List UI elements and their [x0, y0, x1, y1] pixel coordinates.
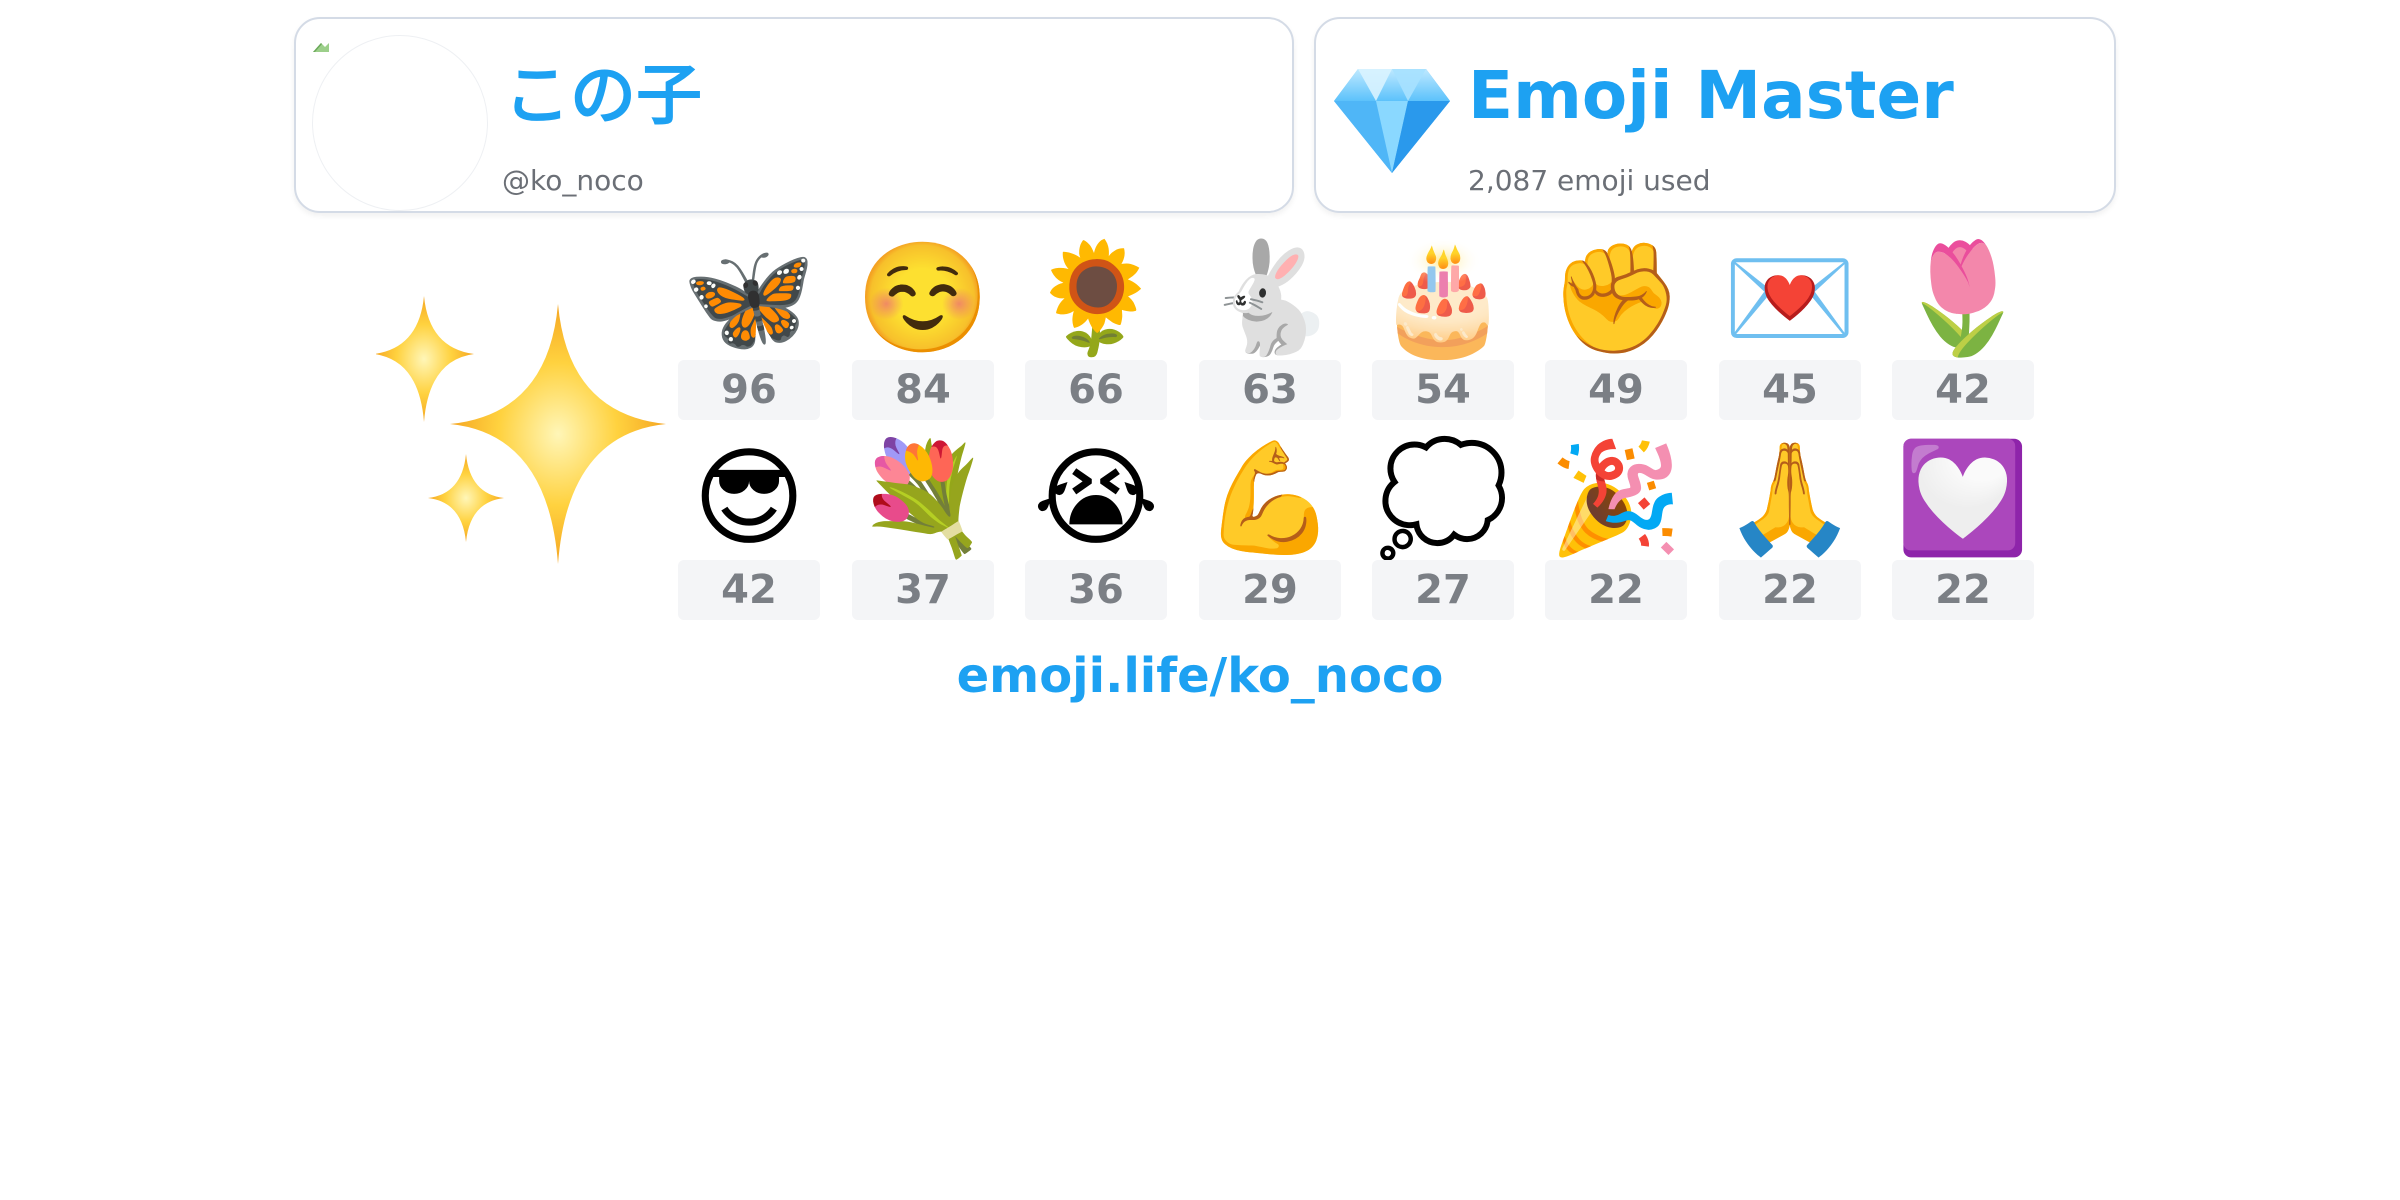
display-name: この子 [504, 57, 702, 134]
emoji-count: 84 [852, 360, 994, 420]
emoji-count: 22 [1545, 560, 1687, 620]
emoji-count: 45 [1719, 360, 1861, 420]
emoji-stat-item[interactable]: 💌 45 [1719, 238, 1861, 438]
butterfly-icon: 🦋 [681, 236, 817, 361]
sunflower-icon: 🌻 [1028, 236, 1164, 361]
folded-hands-icon: 🙏 [1722, 436, 1858, 561]
gem-icon [1334, 69, 1450, 173]
emoji-count: 22 [1719, 560, 1861, 620]
emoji-count: 27 [1372, 560, 1514, 620]
emoji-count: 63 [1199, 360, 1341, 420]
sunglasses-face-icon: 😎 [692, 436, 806, 561]
raised-fist-icon: ✊ [1548, 236, 1684, 361]
emoji-stat-item[interactable]: 🌻 66 [1025, 238, 1167, 438]
bouquet-icon: 💐 [855, 436, 991, 561]
rank-card: Emoji Master 2,087 emoji used [1314, 17, 2116, 213]
emoji-stat-item[interactable]: 💐 37 [852, 438, 994, 638]
party-popper-icon: 🎉 [1548, 436, 1684, 561]
emoji-stat-item[interactable]: 🎂 54 [1372, 238, 1514, 438]
emoji-count: 54 [1372, 360, 1514, 420]
emoji-stat-item[interactable]: 😎 42 [678, 438, 820, 638]
emoji-count: 96 [678, 360, 820, 420]
rank-title: Emoji Master [1468, 57, 1954, 134]
profile-card: この子 @ko_noco [294, 17, 1294, 213]
avatar[interactable] [312, 35, 488, 211]
emoji-count: 36 [1025, 560, 1167, 620]
emoji-stat-item[interactable]: 🦋 96 [678, 238, 820, 438]
flexed-biceps-icon: 💪 [1202, 436, 1338, 561]
emoji-count: 22 [1892, 560, 2034, 620]
emoji-count: 49 [1545, 360, 1687, 420]
emoji-stat-item[interactable]: 🙏 22 [1719, 438, 1861, 638]
emoji-count: 42 [1892, 360, 2034, 420]
user-handle: @ko_noco [502, 164, 644, 197]
emoji-used-count: 2,087 emoji used [1468, 164, 1711, 197]
birthday-cake-icon: 🎂 [1375, 236, 1511, 361]
emoji-count: 37 [852, 560, 994, 620]
emoji-count: 66 [1025, 360, 1167, 420]
emoji-stat-item[interactable]: 💭 27 [1372, 438, 1514, 638]
emoji-stat-item[interactable]: 💪 29 [1199, 438, 1341, 638]
thought-balloon-icon: 💭 [1375, 436, 1511, 561]
emoji-stat-item[interactable]: 😭 36 [1025, 438, 1167, 638]
emoji-count: 29 [1199, 560, 1341, 620]
emoji-stat-item[interactable]: 🎉 22 [1545, 438, 1687, 638]
emoji-stat-item[interactable]: 🐇 63 [1199, 238, 1341, 438]
sparkles-icon [376, 296, 666, 564]
emoji-stat-item[interactable]: 🌷 42 [1892, 238, 2034, 438]
tulip-icon: 🌷 [1895, 236, 2031, 361]
loudly-crying-face-icon: 😭 [1032, 436, 1160, 561]
emoji-stat-item[interactable]: 💟 22 [1892, 438, 2034, 638]
emoji-stat-item[interactable]: ☺️ 84 [852, 238, 994, 438]
broken-image-icon [313, 43, 329, 52]
love-letter-icon: 💌 [1722, 236, 1858, 361]
emoji-count: 42 [678, 560, 820, 620]
heart-decoration-icon: 💟 [1895, 436, 2031, 561]
profile-link[interactable]: emoji.life/ko_noco [0, 648, 2400, 706]
rabbit-icon: 🐇 [1202, 236, 1338, 361]
emoji-stat-item[interactable]: ✊ 49 [1545, 238, 1687, 438]
smiling-face-icon: ☺️ [855, 236, 991, 361]
